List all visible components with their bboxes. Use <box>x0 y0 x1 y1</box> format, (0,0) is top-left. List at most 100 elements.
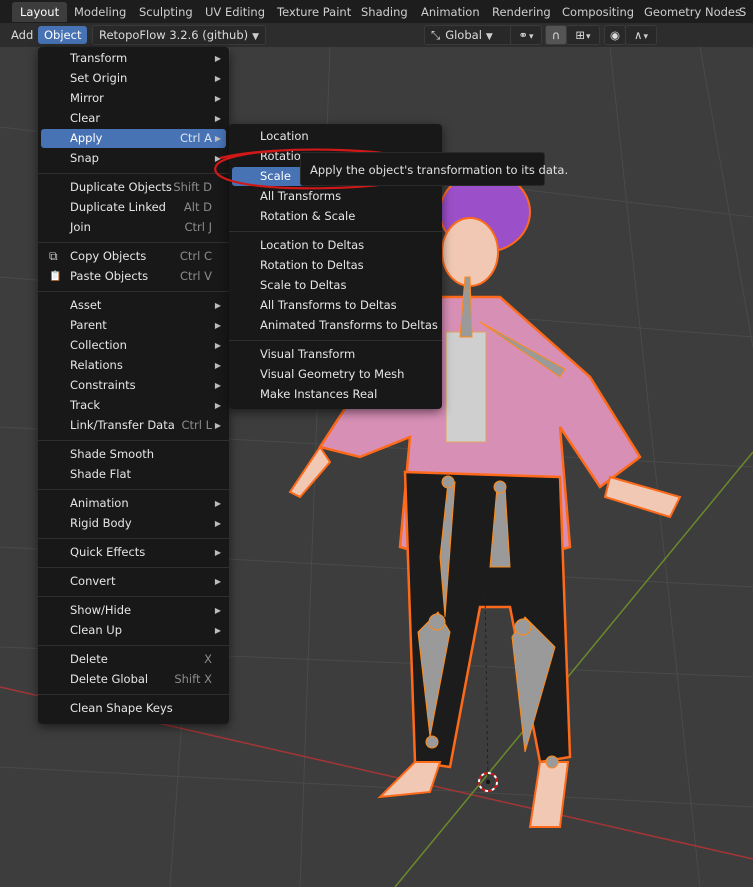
submenu-arrow-icon: ▶ <box>214 301 222 310</box>
menu-item-link-transfer-data[interactable]: Link/Transfer Data Ctrl L ▶ <box>41 416 226 435</box>
shortcut-hint: Ctrl L <box>181 418 212 432</box>
menu-item-label: Link/Transfer Data <box>70 418 175 432</box>
menu-item-parent[interactable]: Parent ▶ <box>41 316 226 335</box>
menu-item-shade-flat[interactable]: Shade Flat <box>41 465 226 484</box>
menu-item-label: Constraints <box>70 378 136 392</box>
retopoflow-dropdown[interactable]: RetopoFlow 3.2.6 (github) ▼ <box>92 25 267 45</box>
menu-item-label: Transform <box>70 51 128 65</box>
menu-item-label: Rigid Body <box>70 516 132 530</box>
menu-item-delete[interactable]: Delete X <box>41 650 226 669</box>
tab-shading[interactable]: Shading <box>353 2 416 22</box>
menu-item-show-hide[interactable]: Show/Hide ▶ <box>41 601 226 620</box>
link-icon: ⚭ <box>518 28 529 42</box>
tab-texture-paint[interactable]: Texture Paint <box>269 2 359 22</box>
menu-item-label: Join <box>70 220 91 234</box>
menu-item-asset[interactable]: Asset ▶ <box>41 296 226 315</box>
menu-item-relations[interactable]: Relations ▶ <box>41 356 226 375</box>
submenu-arrow-icon: ▶ <box>214 74 222 83</box>
retopoflow-label: RetopoFlow 3.2.6 (github) <box>99 28 249 42</box>
menu-item-label: Convert <box>70 574 116 588</box>
chevron-down-icon: ▼ <box>485 32 493 42</box>
character-shirt <box>445 331 487 443</box>
apply-item-make-instances-real[interactable]: Make Instances Real <box>232 385 439 404</box>
menu-item-clean-up[interactable]: Clean Up ▶ <box>41 621 226 640</box>
menu-item-mirror[interactable]: Mirror ▶ <box>41 89 226 108</box>
submenu-arrow-icon: ▶ <box>214 626 222 635</box>
paste-icon: 📋 <box>49 271 62 282</box>
tab-modeling[interactable]: Modeling <box>66 2 134 22</box>
tab-scripting[interactable]: S <box>737 2 748 22</box>
tab-layout[interactable]: Layout <box>12 2 68 22</box>
submenu-arrow-icon: ▶ <box>214 114 222 123</box>
menu-item-copy-objects[interactable]: ⧉ Copy Objects Ctrl C <box>41 247 226 266</box>
tab-geometry-nodes[interactable]: Geometry Nodes <box>636 2 749 22</box>
menu-item-label: Clean Shape Keys <box>70 701 173 715</box>
menu-item-collection[interactable]: Collection ▶ <box>41 336 226 355</box>
menu-item-apply[interactable]: Apply Ctrl A ▶ <box>41 129 226 148</box>
object-menu-button[interactable]: Object <box>38 26 88 44</box>
menu-item-duplicate-linked[interactable]: Duplicate Linked Alt D <box>41 198 226 217</box>
submenu-arrow-icon: ▶ <box>214 321 222 330</box>
shortcut-hint: Ctrl C <box>179 249 212 263</box>
tab-sculpting[interactable]: Sculpting <box>131 2 201 22</box>
transform-orientation-dropdown[interactable]: ⤡ Global ▼ <box>424 25 516 45</box>
submenu-arrow-icon: ▶ <box>214 94 222 103</box>
menu-item-label: Visual Geometry to Mesh <box>260 367 405 381</box>
menu-item-snap[interactable]: Snap ▶ <box>41 149 226 168</box>
menu-item-set-origin[interactable]: Set Origin ▶ <box>41 69 226 88</box>
menu-item-convert[interactable]: Convert ▶ <box>41 572 226 591</box>
apply-item-location[interactable]: Location <box>232 127 439 146</box>
shortcut-hint: X <box>204 652 212 666</box>
menu-item-label: Visual Transform <box>260 347 356 361</box>
menu-separator <box>229 340 442 341</box>
snap-toggle[interactable]: ∩ <box>545 25 567 45</box>
menu-item-label: Delete Global <box>70 672 149 686</box>
menu-item-label: Delete <box>70 652 108 666</box>
menu-item-shade-smooth[interactable]: Shade Smooth <box>41 445 226 464</box>
menu-item-paste-objects[interactable]: 📋 Paste Objects Ctrl V <box>41 267 226 286</box>
chevron-down-icon: ▾ <box>586 32 591 42</box>
apply-item-scale-to-deltas[interactable]: Scale to Deltas <box>232 276 439 295</box>
menu-item-track[interactable]: Track ▶ <box>41 396 226 415</box>
apply-item-rotation-to-deltas[interactable]: Rotation to Deltas <box>232 256 439 275</box>
add-menu-button[interactable]: Add <box>5 26 39 44</box>
pivot-point-dropdown[interactable]: ⚭▾ <box>510 25 542 45</box>
tab-animation[interactable]: Animation <box>413 2 488 22</box>
menu-item-label: Clean Up <box>70 623 123 637</box>
menu-item-animation[interactable]: Animation ▶ <box>41 494 226 513</box>
apply-item-rotation-and-scale[interactable]: Rotation & Scale <box>232 207 439 226</box>
menu-item-rigid-body[interactable]: Rigid Body ▶ <box>41 514 226 533</box>
tab-compositing[interactable]: Compositing <box>554 2 642 22</box>
menu-item-constraints[interactable]: Constraints ▶ <box>41 376 226 395</box>
menu-item-quick-effects[interactable]: Quick Effects ▶ <box>41 543 226 562</box>
menu-item-label: Scale to Deltas <box>260 278 347 292</box>
apply-item-animated-transforms-to-deltas[interactable]: Animated Transforms to Deltas <box>232 316 439 335</box>
apply-item-visual-geometry-to-mesh[interactable]: Visual Geometry to Mesh <box>232 365 439 384</box>
submenu-arrow-icon: ▶ <box>214 421 222 430</box>
menu-item-label: Apply <box>70 131 103 145</box>
menu-item-clear[interactable]: Clear ▶ <box>41 109 226 128</box>
menu-item-clean-shape-keys[interactable]: Clean Shape Keys <box>41 699 226 718</box>
proportional-edit-toggle[interactable]: ◉ <box>604 25 626 45</box>
apply-item-all-transforms-to-deltas[interactable]: All Transforms to Deltas <box>232 296 439 315</box>
magnet-icon: ∩ <box>551 28 561 42</box>
submenu-arrow-icon: ▶ <box>214 401 222 410</box>
menu-item-transform[interactable]: Transform ▶ <box>41 49 226 68</box>
tab-rendering[interactable]: Rendering <box>484 2 559 22</box>
menu-item-label: Paste Objects <box>70 269 149 283</box>
apply-item-visual-transform[interactable]: Visual Transform <box>232 345 439 364</box>
proportional-falloff-dropdown[interactable]: ∧▾ <box>625 25 657 45</box>
menu-item-label: Set Origin <box>70 71 128 85</box>
menu-item-label: All Transforms to Deltas <box>260 298 397 312</box>
menu-item-label: Relations <box>70 358 123 372</box>
tab-uv-editing[interactable]: UV Editing <box>197 2 273 22</box>
proportional-edit-icon: ◉ <box>609 28 621 42</box>
snap-increment-icon: ⊞ <box>575 28 586 42</box>
menu-item-duplicate-objects[interactable]: Duplicate Objects Shift D <box>41 178 226 197</box>
menu-item-join[interactable]: Join Ctrl J <box>41 218 226 237</box>
menu-item-delete-global[interactable]: Delete Global Shift X <box>41 670 226 689</box>
snap-target-dropdown[interactable]: ⊞▾ <box>566 25 600 45</box>
character-left-hand <box>288 445 332 499</box>
apply-item-location-to-deltas[interactable]: Location to Deltas <box>232 236 439 255</box>
menu-separator <box>38 242 229 243</box>
